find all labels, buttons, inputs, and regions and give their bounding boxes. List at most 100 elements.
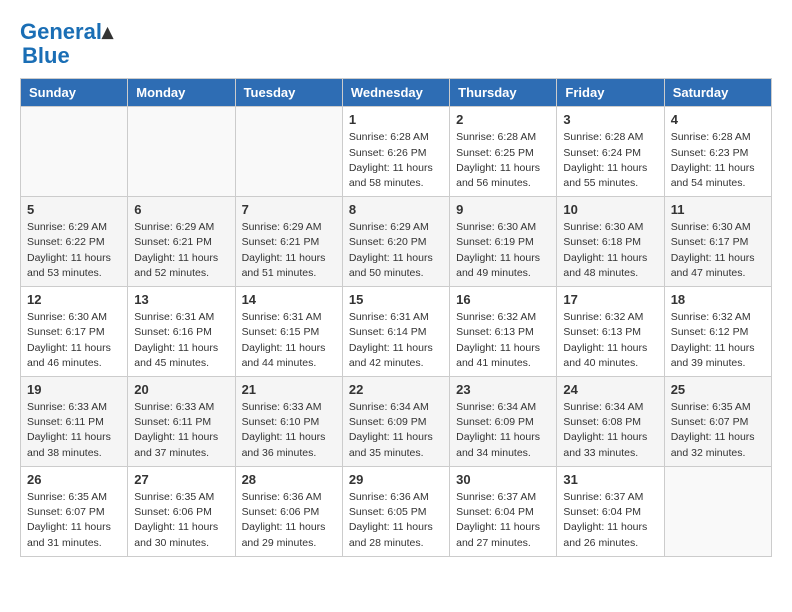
day-info: Sunrise: 6:28 AM Sunset: 6:23 PM Dayligh… [671,130,765,191]
weekday-header-tuesday: Tuesday [235,79,342,107]
day-number: 11 [671,202,765,217]
day-number: 27 [134,472,228,487]
day-number: 22 [349,382,443,397]
day-cell [21,107,128,197]
week-row-5: 26 Sunrise: 6:35 AM Sunset: 6:07 PM Dayli… [21,466,772,556]
day-number: 4 [671,112,765,127]
day-cell [235,107,342,197]
day-cell: 30 Sunrise: 6:37 AM Sunset: 6:04 PM Dayli… [450,466,557,556]
day-cell: 14 Sunrise: 6:31 AM Sunset: 6:15 PM Dayli… [235,287,342,377]
day-cell [128,107,235,197]
day-info: Sunrise: 6:30 AM Sunset: 6:18 PM Dayligh… [563,220,657,281]
day-cell: 15 Sunrise: 6:31 AM Sunset: 6:14 PM Dayli… [342,287,449,377]
day-info: Sunrise: 6:31 AM Sunset: 6:14 PM Dayligh… [349,310,443,371]
day-info: Sunrise: 6:35 AM Sunset: 6:07 PM Dayligh… [671,400,765,461]
day-cell: 22 Sunrise: 6:34 AM Sunset: 6:09 PM Dayli… [342,377,449,467]
day-number: 5 [27,202,121,217]
weekday-header-sunday: Sunday [21,79,128,107]
day-info: Sunrise: 6:28 AM Sunset: 6:25 PM Dayligh… [456,130,550,191]
calendar: SundayMondayTuesdayWednesdayThursdayFrid… [20,78,772,556]
day-info: Sunrise: 6:28 AM Sunset: 6:24 PM Dayligh… [563,130,657,191]
day-number: 17 [563,292,657,307]
week-row-2: 5 Sunrise: 6:29 AM Sunset: 6:22 PM Daylig… [21,197,772,287]
week-row-1: 1Sunrise: 6:28 AM Sunset: 6:26 PM Daylig… [21,107,772,197]
day-number: 30 [456,472,550,487]
day-cell: 9Sunrise: 6:30 AM Sunset: 6:19 PM Daylig… [450,197,557,287]
weekday-header-monday: Monday [128,79,235,107]
day-cell: 17 Sunrise: 6:32 AM Sunset: 6:13 PM Dayli… [557,287,664,377]
day-number: 26 [27,472,121,487]
weekday-header-saturday: Saturday [664,79,771,107]
day-cell: 16 Sunrise: 6:32 AM Sunset: 6:13 PM Dayli… [450,287,557,377]
day-info: Sunrise: 6:34 AM Sunset: 6:09 PM Dayligh… [456,400,550,461]
day-cell: 2 Sunrise: 6:28 AM Sunset: 6:25 PM Daylig… [450,107,557,197]
day-info: Sunrise: 6:32 AM Sunset: 6:13 PM Dayligh… [563,310,657,371]
day-number: 21 [242,382,336,397]
day-info: Sunrise: 6:33 AM Sunset: 6:11 PM Dayligh… [27,400,121,461]
day-cell: 10 Sunrise: 6:30 AM Sunset: 6:18 PM Dayli… [557,197,664,287]
day-cell: 27 Sunrise: 6:35 AM Sunset: 6:06 PM Dayli… [128,466,235,556]
day-info: Sunrise: 6:37 AM Sunset: 6:04 PM Dayligh… [563,490,657,551]
day-info: Sunrise: 6:33 AM Sunset: 6:10 PM Dayligh… [242,400,336,461]
day-number: 8 [349,202,443,217]
day-number: 31 [563,472,657,487]
day-cell: 28Sunrise: 6:36 AM Sunset: 6:06 PM Dayli… [235,466,342,556]
day-info: Sunrise: 6:29 AM Sunset: 6:21 PM Dayligh… [242,220,336,281]
day-info: Sunrise: 6:32 AM Sunset: 6:13 PM Dayligh… [456,310,550,371]
day-number: 29 [349,472,443,487]
day-cell: 18 Sunrise: 6:32 AM Sunset: 6:12 PM Dayli… [664,287,771,377]
day-cell: 21 Sunrise: 6:33 AM Sunset: 6:10 PM Dayli… [235,377,342,467]
day-info: Sunrise: 6:29 AM Sunset: 6:21 PM Dayligh… [134,220,228,281]
day-cell: 19 Sunrise: 6:33 AM Sunset: 6:11 PM Dayli… [21,377,128,467]
day-info: Sunrise: 6:29 AM Sunset: 6:22 PM Dayligh… [27,220,121,281]
week-row-3: 12Sunrise: 6:30 AM Sunset: 6:17 PM Dayli… [21,287,772,377]
day-cell: 11Sunrise: 6:30 AM Sunset: 6:17 PM Dayli… [664,197,771,287]
day-info: Sunrise: 6:31 AM Sunset: 6:15 PM Dayligh… [242,310,336,371]
weekday-header-thursday: Thursday [450,79,557,107]
day-cell: 7 Sunrise: 6:29 AM Sunset: 6:21 PM Daylig… [235,197,342,287]
day-cell: 24 Sunrise: 6:34 AM Sunset: 6:08 PM Dayli… [557,377,664,467]
day-number: 2 [456,112,550,127]
day-number: 12 [27,292,121,307]
day-number: 19 [27,382,121,397]
day-cell: 6 Sunrise: 6:29 AM Sunset: 6:21 PM Daylig… [128,197,235,287]
day-number: 16 [456,292,550,307]
day-number: 10 [563,202,657,217]
day-number: 20 [134,382,228,397]
day-cell: 4 Sunrise: 6:28 AM Sunset: 6:23 PM Daylig… [664,107,771,197]
day-info: Sunrise: 6:31 AM Sunset: 6:16 PM Dayligh… [134,310,228,371]
day-cell: 12Sunrise: 6:30 AM Sunset: 6:17 PM Dayli… [21,287,128,377]
day-info: Sunrise: 6:34 AM Sunset: 6:08 PM Dayligh… [563,400,657,461]
day-cell: 8 Sunrise: 6:29 AM Sunset: 6:20 PM Daylig… [342,197,449,287]
day-cell: 13 Sunrise: 6:31 AM Sunset: 6:16 PM Dayli… [128,287,235,377]
day-info: Sunrise: 6:35 AM Sunset: 6:07 PM Dayligh… [27,490,121,551]
day-cell: 3 Sunrise: 6:28 AM Sunset: 6:24 PM Daylig… [557,107,664,197]
day-info: Sunrise: 6:34 AM Sunset: 6:09 PM Dayligh… [349,400,443,461]
day-info: Sunrise: 6:29 AM Sunset: 6:20 PM Dayligh… [349,220,443,281]
day-number: 23 [456,382,550,397]
day-cell: 26 Sunrise: 6:35 AM Sunset: 6:07 PM Dayli… [21,466,128,556]
day-number: 14 [242,292,336,307]
day-number: 24 [563,382,657,397]
day-number: 18 [671,292,765,307]
day-cell: 5 Sunrise: 6:29 AM Sunset: 6:22 PM Daylig… [21,197,128,287]
page-header: General▴ Blue [20,20,772,68]
day-number: 1 [349,112,443,127]
day-cell: 25 Sunrise: 6:35 AM Sunset: 6:07 PM Dayli… [664,377,771,467]
day-info: Sunrise: 6:35 AM Sunset: 6:06 PM Dayligh… [134,490,228,551]
week-row-4: 19 Sunrise: 6:33 AM Sunset: 6:11 PM Dayli… [21,377,772,467]
day-number: 25 [671,382,765,397]
day-number: 13 [134,292,228,307]
day-cell: 1Sunrise: 6:28 AM Sunset: 6:26 PM Daylig… [342,107,449,197]
day-number: 7 [242,202,336,217]
day-info: Sunrise: 6:32 AM Sunset: 6:12 PM Dayligh… [671,310,765,371]
day-number: 15 [349,292,443,307]
day-number: 3 [563,112,657,127]
weekday-header-wednesday: Wednesday [342,79,449,107]
day-info: Sunrise: 6:37 AM Sunset: 6:04 PM Dayligh… [456,490,550,551]
day-cell: 31 Sunrise: 6:37 AM Sunset: 6:04 PM Dayli… [557,466,664,556]
day-number: 6 [134,202,228,217]
day-cell: 20Sunrise: 6:33 AM Sunset: 6:11 PM Dayli… [128,377,235,467]
weekday-header-friday: Friday [557,79,664,107]
day-info: Sunrise: 6:30 AM Sunset: 6:19 PM Dayligh… [456,220,550,281]
